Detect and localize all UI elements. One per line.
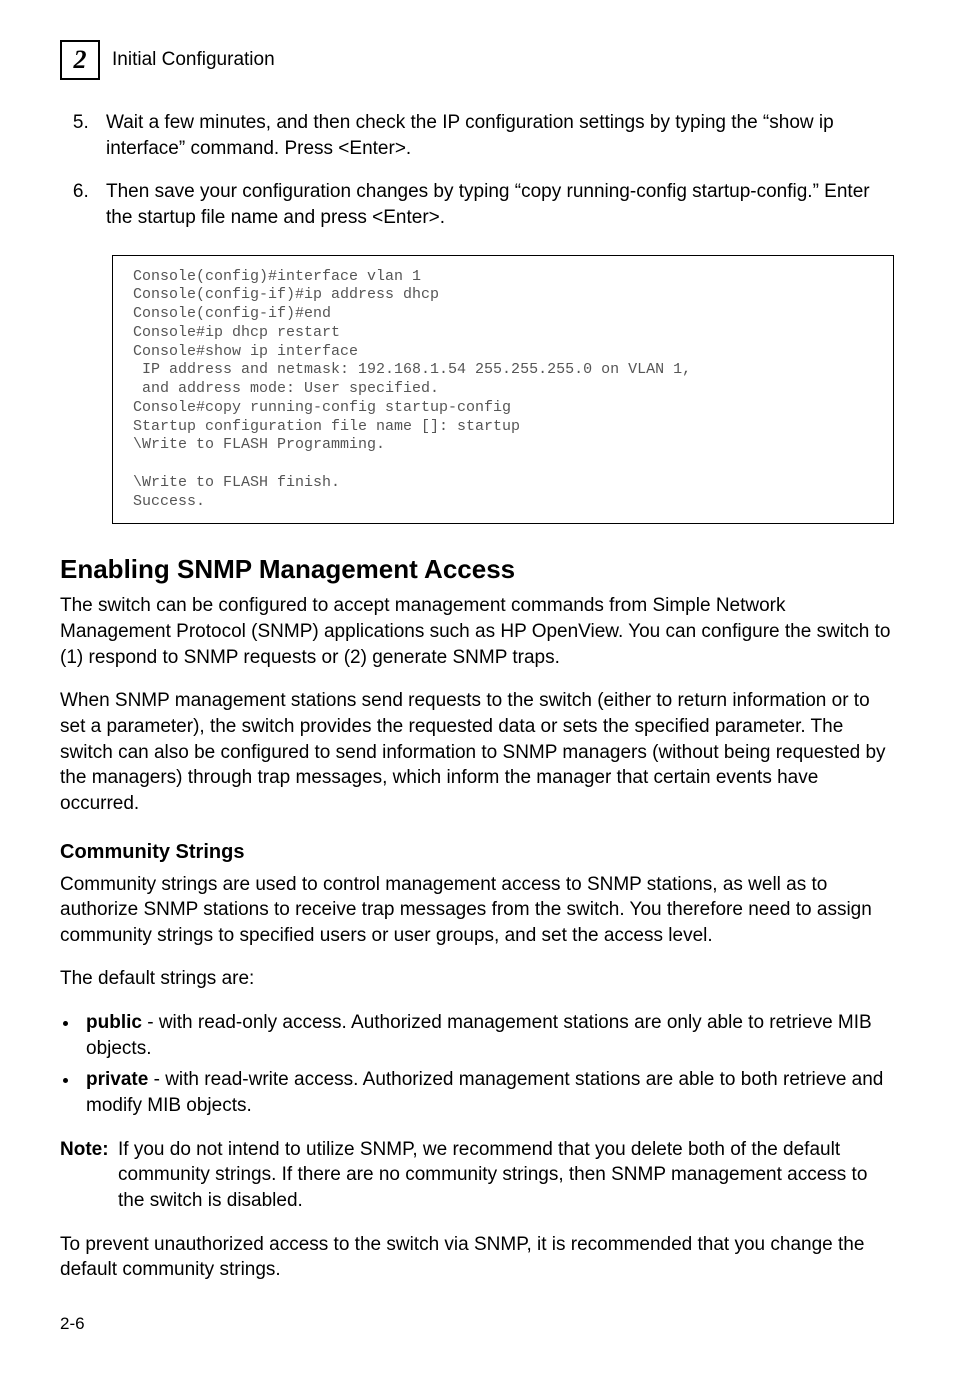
console-output: Console(config)#interface vlan 1 Console…: [112, 255, 894, 525]
chapter-number-icon: 2: [60, 40, 100, 80]
body-paragraph: Community strings are used to control ma…: [60, 872, 894, 949]
step-item: Then save your configuration changes by …: [94, 179, 894, 230]
page-number: 2-6: [60, 1313, 894, 1336]
list-item: public - with read-only access. Authoriz…: [80, 1010, 894, 1061]
chapter-header: 2 Initial Configuration: [60, 40, 894, 80]
note-body: If you do not intend to utilize SNMP, we…: [118, 1137, 894, 1214]
body-paragraph: When SNMP management stations send reque…: [60, 688, 894, 816]
definition: - with read-only access. Authorized mana…: [86, 1012, 872, 1059]
note-label: Note:: [60, 1137, 118, 1214]
body-paragraph: The default strings are:: [60, 966, 894, 992]
list-item: private - with read-write access. Author…: [80, 1067, 894, 1118]
step-item: Wait a few minutes, and then check the I…: [94, 110, 894, 161]
term: private: [86, 1069, 148, 1090]
chapter-title: Initial Configuration: [112, 47, 275, 73]
definition: - with read-write access. Authorized man…: [86, 1069, 883, 1116]
step-list: Wait a few minutes, and then check the I…: [60, 110, 894, 231]
body-paragraph: To prevent unauthorized access to the sw…: [60, 1232, 894, 1283]
section-heading: Enabling SNMP Management Access: [60, 552, 894, 587]
body-paragraph: The switch can be configured to accept m…: [60, 593, 894, 670]
term: public: [86, 1012, 142, 1033]
note-block: Note: If you do not intend to utilize SN…: [60, 1137, 894, 1214]
subsection-heading: Community Strings: [60, 839, 894, 866]
bullet-list: public - with read-only access. Authoriz…: [60, 1010, 894, 1119]
